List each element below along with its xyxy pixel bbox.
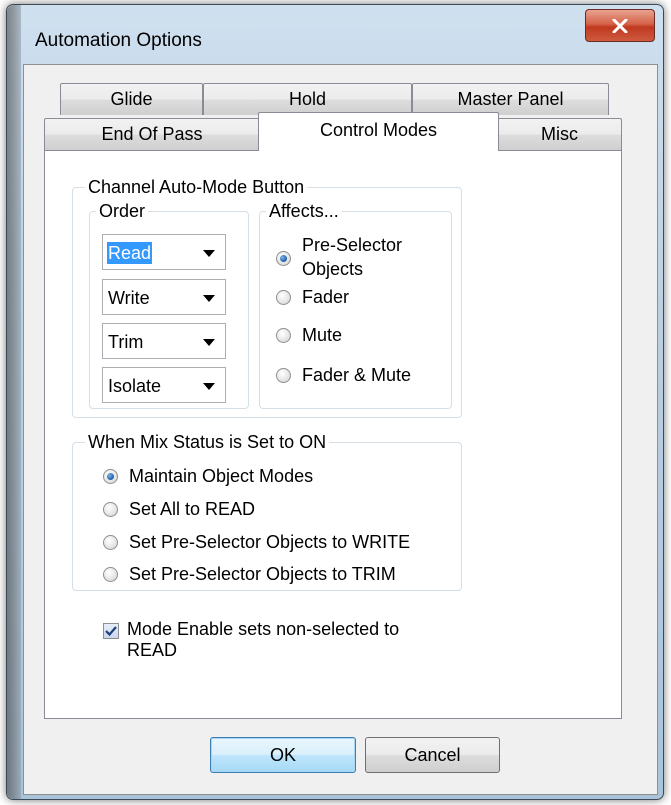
button-label: Cancel bbox=[404, 744, 461, 765]
group-legend: Channel Auto-Mode Button bbox=[85, 176, 308, 198]
group-legend: Affects... bbox=[266, 200, 342, 222]
radio-set-pre-selector-write[interactable] bbox=[103, 535, 118, 550]
order-combo-2[interactable]: Write bbox=[102, 279, 226, 315]
radio-label: Set Pre-Selector Objects to WRITE bbox=[129, 532, 411, 552]
button-label: OK bbox=[269, 744, 296, 765]
tab-master-panel[interactable]: Master Panel bbox=[412, 83, 609, 115]
order-combo-3[interactable]: Trim bbox=[102, 323, 226, 359]
group-legend: When Mix Status is Set to ON bbox=[85, 431, 330, 453]
checkmark-icon bbox=[105, 626, 117, 637]
tab-label: End Of Pass bbox=[101, 124, 203, 144]
radio-maintain-object-modes[interactable] bbox=[103, 469, 118, 484]
tab-misc[interactable]: Misc bbox=[497, 118, 622, 150]
radio-label: Objects bbox=[302, 259, 364, 279]
close-button[interactable] bbox=[585, 9, 655, 42]
combo-value: Isolate bbox=[108, 376, 162, 396]
tab-glide[interactable]: Glide bbox=[60, 83, 203, 115]
close-icon bbox=[612, 18, 628, 33]
tab-control-modes[interactable]: Control Modes bbox=[258, 112, 499, 151]
radio-label: Set Pre-Selector Objects to TRIM bbox=[129, 564, 396, 584]
combo-value: Trim bbox=[108, 332, 144, 352]
tab-end-of-pass[interactable]: End Of Pass bbox=[44, 118, 260, 150]
radio-label: Fader & Mute bbox=[302, 365, 412, 385]
combo-value: Read bbox=[107, 242, 153, 264]
group-legend: Order bbox=[96, 200, 149, 222]
tab-label: Hold bbox=[288, 89, 327, 109]
radio-label: Mute bbox=[302, 325, 343, 345]
chevron-down-icon bbox=[203, 339, 215, 346]
tab-label: Misc bbox=[541, 124, 578, 144]
tab-hold[interactable]: Hold bbox=[203, 83, 412, 115]
chevron-down-icon bbox=[203, 295, 215, 302]
radio-pre-selector-objects[interactable] bbox=[276, 251, 291, 266]
ok-button[interactable]: OK bbox=[210, 737, 356, 773]
order-combo-4[interactable]: Isolate bbox=[102, 367, 226, 403]
radio-fader-and-mute[interactable] bbox=[276, 368, 291, 383]
tab-label: Control Modes bbox=[319, 120, 438, 140]
radio-set-pre-selector-trim[interactable] bbox=[103, 567, 118, 582]
chevron-down-icon bbox=[203, 250, 215, 257]
radio-label: Fader bbox=[302, 287, 350, 307]
radio-set-all-to-read[interactable] bbox=[103, 502, 118, 517]
mode-enable-checkbox[interactable] bbox=[103, 623, 119, 639]
radio-label: Maintain Object Modes bbox=[129, 466, 314, 486]
radio-label: Pre-Selector bbox=[302, 235, 403, 255]
order-combo-1[interactable]: Read bbox=[102, 234, 226, 270]
cancel-button[interactable]: Cancel bbox=[365, 737, 500, 773]
checkbox-label: Mode Enable sets non-selected to bbox=[127, 619, 400, 639]
combo-value: Write bbox=[108, 288, 150, 308]
radio-label: Set All to READ bbox=[129, 499, 256, 519]
window-title: Automation Options bbox=[35, 30, 202, 51]
radio-mute[interactable] bbox=[276, 328, 291, 343]
radio-fader[interactable] bbox=[276, 290, 291, 305]
tab-label: Master Panel bbox=[457, 89, 564, 109]
chevron-down-icon bbox=[203, 383, 215, 390]
tab-label: Glide bbox=[110, 89, 153, 109]
checkbox-label: READ bbox=[127, 640, 178, 660]
